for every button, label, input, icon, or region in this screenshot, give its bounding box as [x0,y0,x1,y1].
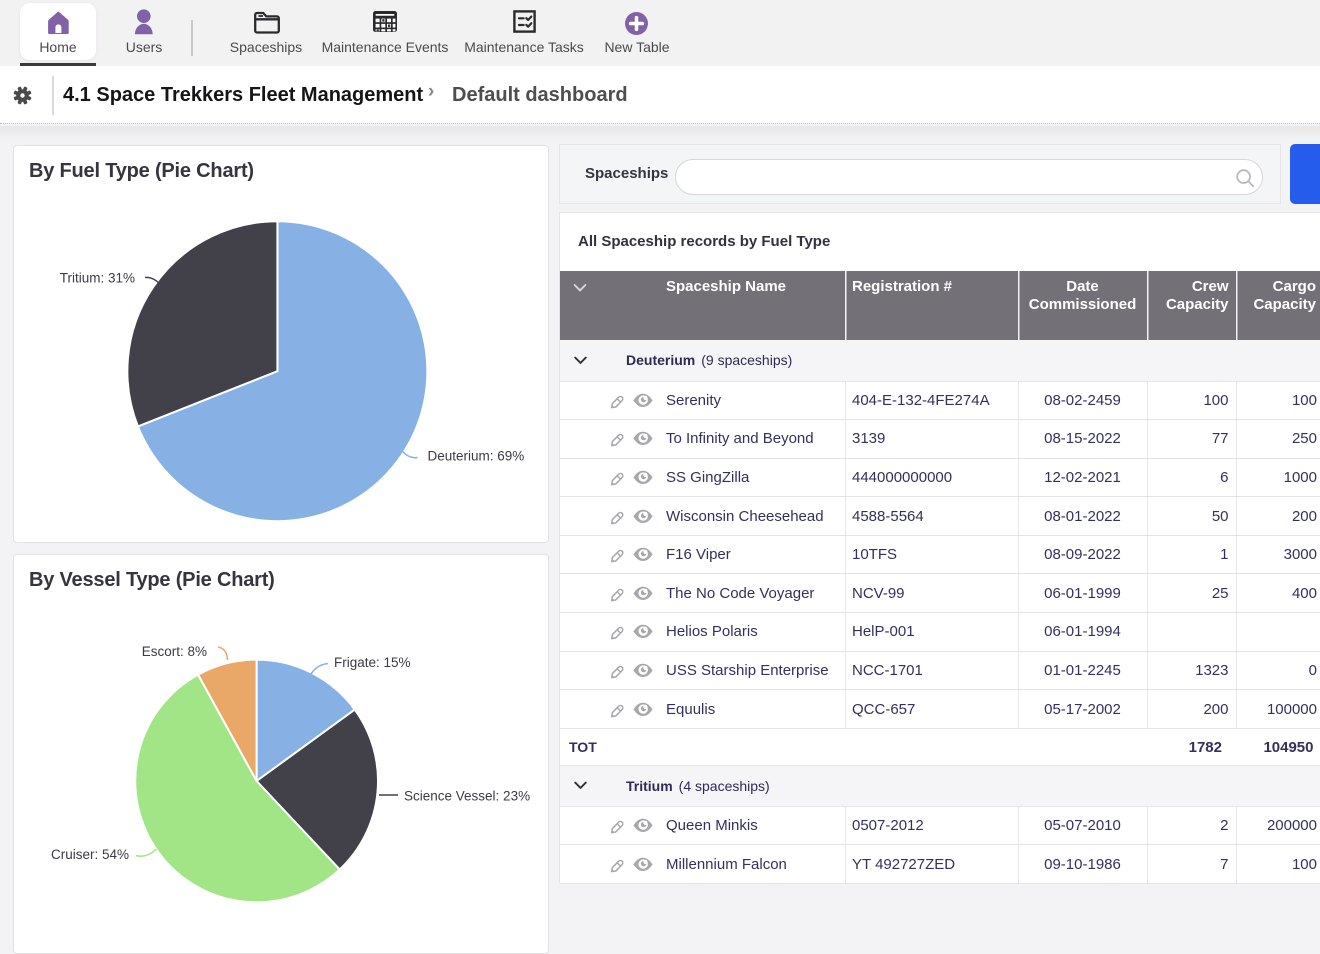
svg-text:Science Vessel: 23%: Science Vessel: 23% [404,789,530,804]
svg-text:Escort: 8%: Escort: 8% [142,644,207,659]
svg-text:Frigate: 15%: Frigate: 15% [334,655,411,670]
svg-text:Cruiser: 54%: Cruiser: 54% [51,847,129,862]
svg-text:Deuterium: 69%: Deuterium: 69% [428,449,525,464]
svg-text:Tritium: 31%: Tritium: 31% [60,271,135,286]
